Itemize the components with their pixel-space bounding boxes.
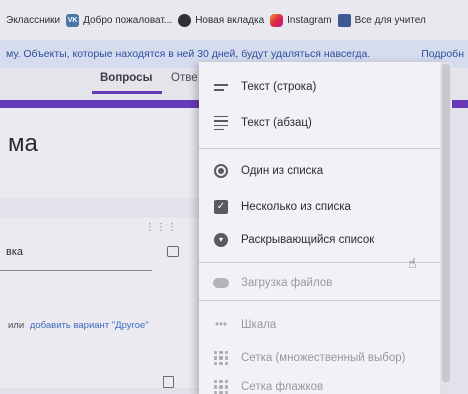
- menu-item-label: Раскрывающийся список: [241, 234, 375, 246]
- paragraph-icon: [213, 115, 229, 131]
- form-title[interactable]: ма: [8, 130, 38, 158]
- menu-item-label: Загрузка файлов: [241, 277, 333, 289]
- menu-item-scale[interactable]: ••• Шкала: [199, 310, 447, 340]
- tab-answers[interactable]: Отве: [171, 72, 198, 84]
- menu-item-label: Шкала: [241, 319, 277, 331]
- menu-item-checkbox-grid[interactable]: Сетка флажков: [199, 372, 447, 394]
- bookmark-label: Добро пожаловат...: [83, 14, 173, 26]
- checkbox-icon: ✓: [213, 199, 229, 215]
- menu-item-label: Сетка флажков: [241, 381, 324, 393]
- menu-item-dropdown[interactable]: ▾ Раскрывающийся список: [199, 225, 447, 255]
- add-option-row: или добавить вариант "Другое": [8, 320, 149, 331]
- vk-icon: VK: [66, 13, 80, 27]
- info-text: му. Объекты, которые находятся в ней 30 …: [6, 48, 371, 60]
- bookmark-label: Новая вкладка: [195, 14, 265, 26]
- active-tab-indicator: [92, 91, 162, 94]
- image-icon[interactable]: [167, 246, 179, 257]
- menu-item-short-text[interactable]: Текст (строка): [199, 72, 447, 102]
- question-underline: [0, 270, 152, 271]
- bookmark-new-tab[interactable]: Новая вкладка: [178, 13, 265, 27]
- menu-item-label: Несколько из списка: [241, 201, 351, 213]
- short-text-icon: [213, 79, 229, 95]
- bookmark-vk[interactable]: VK Добро пожаловат...: [66, 13, 173, 27]
- copy-icon[interactable]: [163, 376, 174, 388]
- or-text: или: [8, 320, 25, 331]
- title-card: ма: [0, 108, 210, 198]
- bookmark-teacher[interactable]: Все для учител: [337, 13, 426, 27]
- add-other-link[interactable]: добавить вариант "Другое": [30, 320, 149, 331]
- hand-cursor-icon: ☝: [408, 255, 417, 271]
- grid-icon: [213, 350, 229, 366]
- bookmark-label: Instagram: [287, 14, 332, 26]
- menu-item-grid[interactable]: Сетка (множественный выбор): [199, 343, 447, 373]
- menu-item-paragraph[interactable]: Текст (абзац): [199, 108, 447, 138]
- dropdown-icon: ▾: [213, 232, 229, 248]
- cloud-upload-icon: [213, 275, 229, 291]
- menu-item-file-upload[interactable]: Загрузка файлов: [199, 268, 447, 298]
- menu-divider: [199, 300, 447, 301]
- menu-item-radio[interactable]: Один из списка: [199, 156, 447, 186]
- menu-item-label: Один из списка: [241, 165, 324, 177]
- tab-questions[interactable]: Вопросы: [100, 72, 152, 84]
- bookmark-label: Все для учител: [354, 14, 426, 26]
- menu-item-label: Текст (абзац): [241, 117, 312, 129]
- menu-divider: [199, 148, 447, 149]
- bookmarks-bar: Эклассники VK Добро пожаловат... Новая в…: [0, 0, 468, 40]
- bookmark-odnoklassniki[interactable]: Эклассники: [6, 15, 60, 26]
- checkbox-grid-icon: [213, 379, 229, 394]
- radio-icon: [213, 163, 229, 179]
- bookmark-label: Эклассники: [6, 14, 61, 26]
- drag-handle[interactable]: ⋮⋮⋮: [145, 222, 178, 233]
- question-card: ⋮⋮⋮ вка или добавить вариант "Другое": [0, 218, 200, 388]
- menu-item-label: Сетка (множественный выбор): [241, 352, 406, 364]
- globe-icon: [178, 13, 192, 27]
- bookmark-instagram[interactable]: Instagram: [270, 13, 332, 27]
- menu-item-label: Текст (строка): [241, 81, 317, 93]
- book-icon: [337, 13, 351, 27]
- scrollbar-thumb[interactable]: [442, 64, 450, 382]
- question-type-menu: Текст (строка) Текст (абзац) Один из спи…: [199, 62, 447, 394]
- menu-item-checkbox[interactable]: ✓ Несколько из списка: [199, 192, 447, 222]
- scale-icon: •••: [214, 319, 228, 331]
- question-input[interactable]: вка: [6, 246, 23, 258]
- menu-scrollbar[interactable]: [440, 62, 452, 394]
- instagram-icon: [270, 13, 284, 27]
